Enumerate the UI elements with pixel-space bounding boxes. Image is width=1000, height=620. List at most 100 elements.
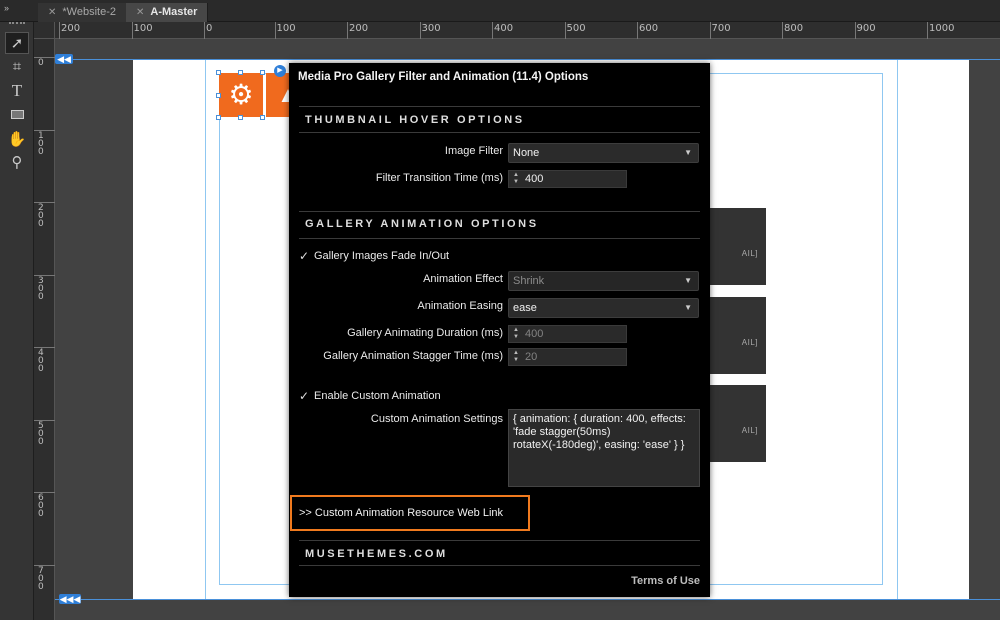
selection-handle[interactable] — [238, 70, 243, 75]
checkmark-icon[interactable]: ✓ — [299, 390, 310, 402]
panel-grip-icon[interactable]: ›› — [4, 3, 9, 13]
selection-handle[interactable] — [216, 93, 221, 98]
hand-icon[interactable]: ✋ — [5, 129, 29, 151]
header-guide[interactable] — [55, 59, 1000, 60]
chevron-down-icon: ▼ — [684, 148, 692, 157]
rectangle-icon[interactable] — [5, 104, 29, 126]
gallery-thumbnail[interactable]: AIL] — [708, 297, 766, 374]
crop-icon[interactable]: ⌗ — [5, 56, 29, 78]
stepper-value: 400 — [525, 328, 544, 340]
chevron-down-icon: ▼ — [684, 276, 692, 285]
ruler-label: 200 — [61, 23, 81, 34]
document-tab-bar: ›› ✕ *Website-2 ✕ A-Master — [0, 0, 1000, 22]
selection-handle[interactable] — [260, 115, 265, 120]
header-guide-handle-icon[interactable]: ◀◀ — [55, 54, 73, 64]
stagger-stepper[interactable]: ▲ ▼ 20 — [508, 348, 627, 366]
panel-grip-icon — [9, 22, 25, 26]
close-icon[interactable]: ✕ — [136, 7, 144, 18]
ruler-tick — [854, 22, 856, 39]
animation-easing-label: Animation Easing — [417, 300, 503, 312]
fade-checkbox[interactable]: ✓ Gallery Images Fade In/Out — [299, 250, 449, 262]
ruler-label: 400 — [38, 348, 44, 374]
selection-handle[interactable] — [260, 70, 265, 75]
animation-effect-select[interactable]: Shrink ▼ — [508, 271, 699, 291]
divider — [299, 211, 700, 212]
duration-stepper[interactable]: ▲ ▼ 400 — [508, 325, 627, 343]
ruler-tick — [492, 22, 493, 39]
divider — [299, 238, 700, 239]
filter-transition-stepper[interactable]: ▲ ▼ 400 — [508, 170, 627, 188]
selection-handle[interactable] — [216, 115, 221, 120]
terms-of-use-link[interactable]: Terms of Use — [631, 575, 700, 587]
selection-handle[interactable] — [238, 115, 243, 120]
tab-label: A-Master — [150, 6, 198, 18]
tab-website-2[interactable]: ✕ *Website-2 — [38, 3, 127, 22]
tools-panel: ➚ ⌗ T ✋ ⚲ — [0, 22, 34, 620]
ruler-label: 300 — [38, 275, 44, 302]
widget-options-dialog: Media Pro Gallery Filter and Animation (… — [289, 63, 710, 597]
close-icon[interactable]: ✕ — [48, 7, 56, 18]
ruler-tick — [274, 22, 276, 39]
ruler-tick — [59, 22, 60, 39]
ruler-label: 400 — [494, 23, 514, 34]
ruler-label: 500 — [566, 23, 586, 34]
divider — [299, 106, 700, 107]
animation-effect-label: Animation Effect — [423, 273, 503, 285]
custom-animation-web-link[interactable]: >> Custom Animation Resource Web Link — [290, 495, 530, 531]
checkbox-label: Enable Custom Animation — [314, 390, 441, 402]
musethemes-brand[interactable]: MUSETHEMES.COM — [305, 548, 448, 560]
ruler-label: 500 — [38, 420, 44, 447]
stagger-label: Gallery Animation Stagger Time (ms) — [323, 350, 503, 362]
thumbnail-label: AIL] — [741, 426, 758, 435]
ruler-label: 100 — [276, 23, 296, 34]
select-value: Shrink — [513, 275, 545, 287]
ruler-label: 800 — [784, 23, 804, 34]
ruler-label: 600 — [639, 23, 659, 34]
tab-a-master[interactable]: ✕ A-Master — [126, 3, 209, 22]
custom-settings-label: Custom Animation Settings — [370, 413, 503, 425]
animation-easing-select[interactable]: ease ▼ — [508, 298, 699, 318]
stepper-arrows-icon[interactable]: ▲ ▼ — [511, 350, 521, 364]
custom-settings-textarea[interactable]: { animation: { duration: 400, effects: '… — [508, 409, 700, 487]
ruler-tick — [709, 22, 711, 39]
gear-icon[interactable]: ⚙ — [219, 73, 263, 117]
image-filter-select[interactable]: None ▼ — [508, 143, 699, 163]
select-value: ease — [513, 302, 537, 314]
filter-transition-label: Filter Transition Time (ms) — [375, 172, 503, 184]
ruler-tick — [347, 22, 348, 39]
gallery-thumbnail[interactable]: AIL] — [708, 208, 766, 285]
horizontal-ruler[interactable]: 200 100 0 100 200 300 400 500 600 700 800 900 1000 — [55, 22, 1000, 39]
gallery-thumbnail[interactable]: AIL] — [708, 385, 766, 462]
footer-guide[interactable] — [55, 599, 1000, 600]
options-arrow-icon[interactable]: ▶ — [274, 65, 286, 77]
vertical-ruler[interactable]: 0 100 200 300 400 500 600 700 — [34, 39, 55, 620]
stepper-arrows-icon[interactable]: ▲ ▼ — [511, 172, 521, 186]
custom-animation-checkbox[interactable]: ✓ Enable Custom Animation — [299, 390, 441, 402]
footer-guide-handle-icon[interactable]: ◀◀◀ — [59, 594, 81, 604]
ruler-label: 1000 — [929, 23, 955, 34]
divider — [299, 132, 700, 133]
ruler-label: 300 — [421, 23, 441, 34]
ruler-label: 900 — [856, 23, 876, 34]
ruler-tick — [782, 22, 783, 39]
selection-arrow-icon[interactable]: ➚ — [5, 32, 29, 54]
stepper-value: 400 — [525, 173, 544, 185]
stepper-arrows-icon[interactable]: ▲ ▼ — [511, 327, 521, 341]
ruler-tick — [204, 22, 205, 39]
ruler-tick — [637, 22, 638, 39]
tab-label: *Website-2 — [62, 6, 116, 18]
thumbnail-label: AIL] — [741, 249, 758, 258]
ruler-corner — [34, 22, 55, 39]
vertical-guide — [897, 59, 898, 600]
ruler-label: 0 — [38, 58, 44, 68]
checkmark-icon[interactable]: ✓ — [299, 250, 310, 262]
ruler-tick — [927, 22, 928, 39]
image-filter-label: Image Filter — [444, 145, 503, 157]
ruler-label: 200 — [38, 203, 44, 229]
text-icon[interactable]: T — [5, 80, 29, 102]
ruler-label: 0 — [206, 23, 213, 34]
zoom-icon[interactable]: ⚲ — [5, 152, 29, 174]
selection-handle[interactable] — [216, 70, 221, 75]
section-heading-gallery: GALLERY ANIMATION OPTIONS — [305, 218, 539, 230]
ruler-tick — [564, 22, 566, 39]
